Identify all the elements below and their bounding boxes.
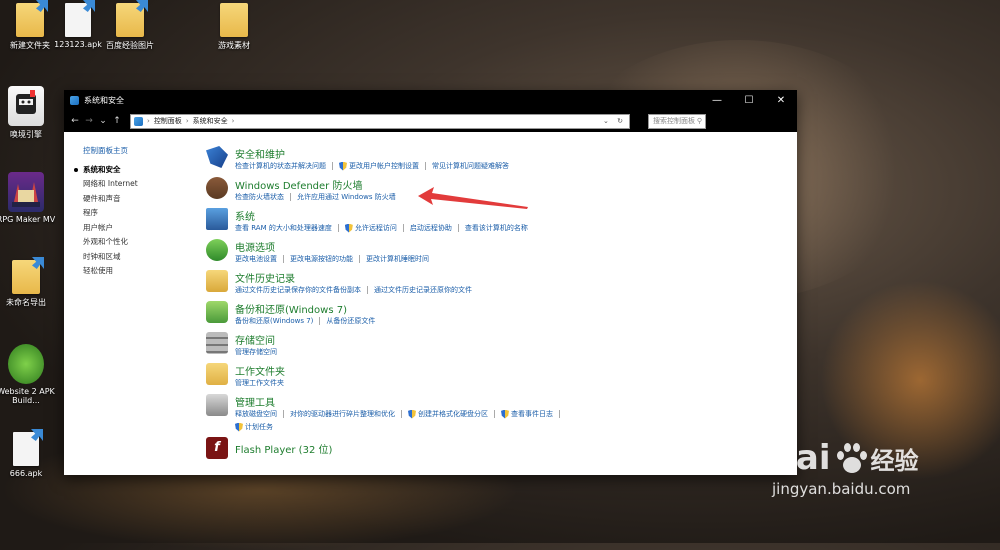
baidu-watermark: Bai 经验 jingyan.baidu.com [770, 438, 919, 498]
watermark-brand: Bai [770, 438, 831, 478]
annotation-arrow-shape [418, 187, 528, 209]
watermark-url: jingyan.baidu.com [772, 480, 911, 498]
watermark-brand-suffix: 经验 [870, 446, 919, 475]
watermark-logo: Bai 经验 [770, 438, 919, 478]
paw-icon [833, 441, 869, 475]
